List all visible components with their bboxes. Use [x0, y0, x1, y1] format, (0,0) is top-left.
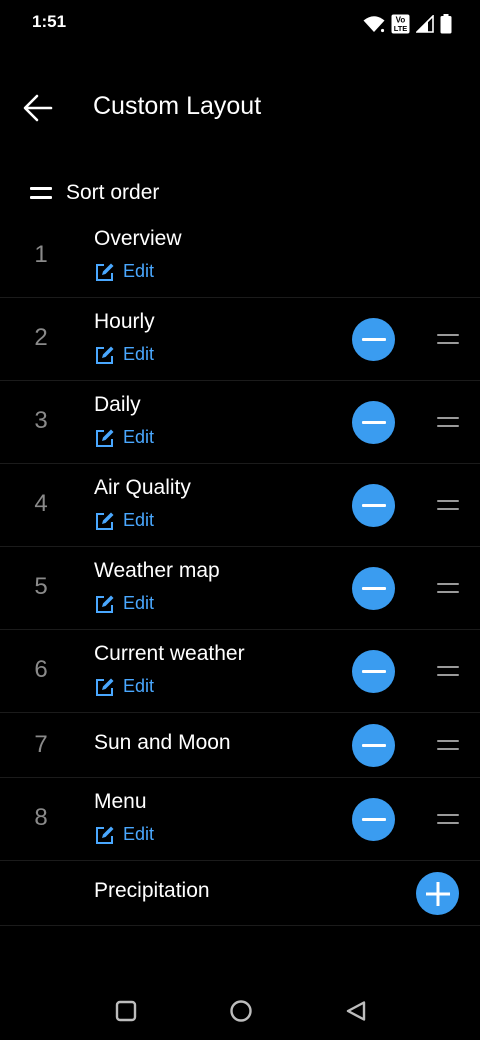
list-item-daily: 3 Daily Edit	[0, 381, 480, 464]
item-title: Sun and Moon	[94, 731, 231, 754]
edit-menu-button[interactable]: Edit	[95, 824, 154, 845]
item-title: Weather map	[94, 559, 220, 582]
remove-sun-and-moon-button[interactable]	[352, 724, 395, 767]
edit-overview-button[interactable]: Edit	[95, 261, 154, 282]
edit-label: Edit	[123, 676, 155, 696]
item-title: Daily	[94, 393, 141, 416]
drag-handle-menu[interactable]	[437, 814, 459, 824]
back-triangle-icon	[346, 1001, 366, 1021]
remove-hourly-button[interactable]	[352, 318, 395, 361]
item-title: Precipitation	[94, 879, 210, 902]
list-item-overview: 1 Overview Edit	[0, 215, 480, 298]
edit-icon	[96, 263, 114, 281]
edit-hourly-button[interactable]: Edit	[95, 344, 154, 365]
back-button[interactable]	[14, 84, 62, 132]
plus-icon	[425, 881, 450, 906]
edit-label: Edit	[123, 427, 155, 447]
edit-icon	[96, 595, 114, 613]
list-item-weather-map: 5 Weather map Edit	[0, 547, 480, 630]
recents-square-icon	[115, 1000, 137, 1022]
minus-icon	[361, 818, 386, 821]
volte-icon: Vo LTE	[391, 14, 410, 34]
wifi-icon	[363, 16, 385, 33]
drag-handle-current-weather[interactable]	[437, 666, 459, 676]
remove-weather-map-button[interactable]	[352, 567, 395, 610]
arrow-left-icon	[23, 94, 53, 122]
sort-order-label: Sort order	[66, 181, 160, 204]
edit-weather-map-button[interactable]: Edit	[95, 593, 154, 614]
edit-icon	[96, 678, 114, 696]
edit-label: Edit	[123, 344, 155, 364]
edit-label: Edit	[123, 261, 155, 281]
list-item-precipitation: Precipitation	[0, 861, 480, 926]
svg-text:LTE: LTE	[394, 24, 408, 33]
list-item-menu: 8 Menu Edit	[0, 778, 480, 861]
layout-list: 1 Overview Edit 2 Hourly Edit 3 Daily Ed…	[0, 215, 480, 926]
remove-menu-button[interactable]	[352, 798, 395, 841]
system-back-button[interactable]	[341, 996, 371, 1026]
item-number: 3	[34, 407, 48, 434]
minus-icon	[361, 744, 386, 747]
remove-current-weather-button[interactable]	[352, 650, 395, 693]
edit-daily-button[interactable]: Edit	[95, 427, 154, 448]
edit-icon	[96, 346, 114, 364]
remove-air-quality-button[interactable]	[352, 484, 395, 527]
remove-daily-button[interactable]	[352, 401, 395, 444]
add-precipitation-button[interactable]	[416, 872, 459, 915]
edit-label: Edit	[123, 593, 155, 613]
drag-handle-daily[interactable]	[437, 417, 459, 427]
minus-icon	[361, 587, 386, 590]
signal-icon	[416, 15, 434, 33]
custom-layout-screen: 1:51 Vo LTE Custom Layout Sort order 1 O…	[0, 0, 480, 1040]
item-number: 5	[34, 573, 48, 600]
item-number: 6	[34, 656, 48, 683]
item-title: Overview	[94, 227, 182, 250]
item-title: Menu	[94, 790, 147, 813]
drag-handle-air-quality[interactable]	[437, 500, 459, 510]
item-number: 1	[34, 241, 48, 268]
sort-order-header: Sort order	[30, 178, 159, 208]
edit-icon	[96, 826, 114, 844]
item-title: Air Quality	[94, 476, 191, 499]
list-item-air-quality: 4 Air Quality Edit	[0, 464, 480, 547]
item-number: 7	[34, 731, 48, 758]
item-number: 2	[34, 324, 48, 351]
list-item-hourly: 2 Hourly Edit	[0, 298, 480, 381]
navigation-bar	[0, 982, 480, 1040]
home-circle-icon	[230, 1000, 252, 1022]
header: Custom Layout	[0, 78, 480, 138]
item-title: Current weather	[94, 642, 245, 665]
edit-label: Edit	[123, 824, 155, 844]
status-bar: 1:51 Vo LTE	[0, 0, 480, 48]
item-number: 4	[34, 490, 48, 517]
item-number: 8	[34, 804, 48, 831]
drag-handle-weather-map[interactable]	[437, 583, 459, 593]
minus-icon	[361, 421, 386, 424]
edit-current-weather-button[interactable]: Edit	[95, 676, 154, 697]
status-icons: Vo LTE	[363, 13, 452, 35]
list-item-sun-and-moon: 7 Sun and Moon	[0, 713, 480, 778]
page-title: Custom Layout	[93, 92, 262, 120]
list-item-current-weather: 6 Current weather Edit	[0, 630, 480, 713]
status-time: 1:51	[32, 12, 67, 31]
item-title: Hourly	[94, 310, 155, 333]
edit-air-quality-button[interactable]: Edit	[95, 510, 154, 531]
battery-icon	[440, 14, 452, 34]
edit-icon	[96, 512, 114, 530]
edit-label: Edit	[123, 510, 155, 530]
minus-icon	[361, 504, 386, 507]
drag-handle-hourly[interactable]	[437, 334, 459, 344]
drag-handle-sun-and-moon[interactable]	[437, 740, 459, 750]
sort-icon	[30, 187, 52, 199]
edit-icon	[96, 429, 114, 447]
home-button[interactable]	[226, 996, 256, 1026]
minus-icon	[361, 670, 386, 673]
minus-icon	[361, 338, 386, 341]
recents-button[interactable]	[111, 996, 141, 1026]
